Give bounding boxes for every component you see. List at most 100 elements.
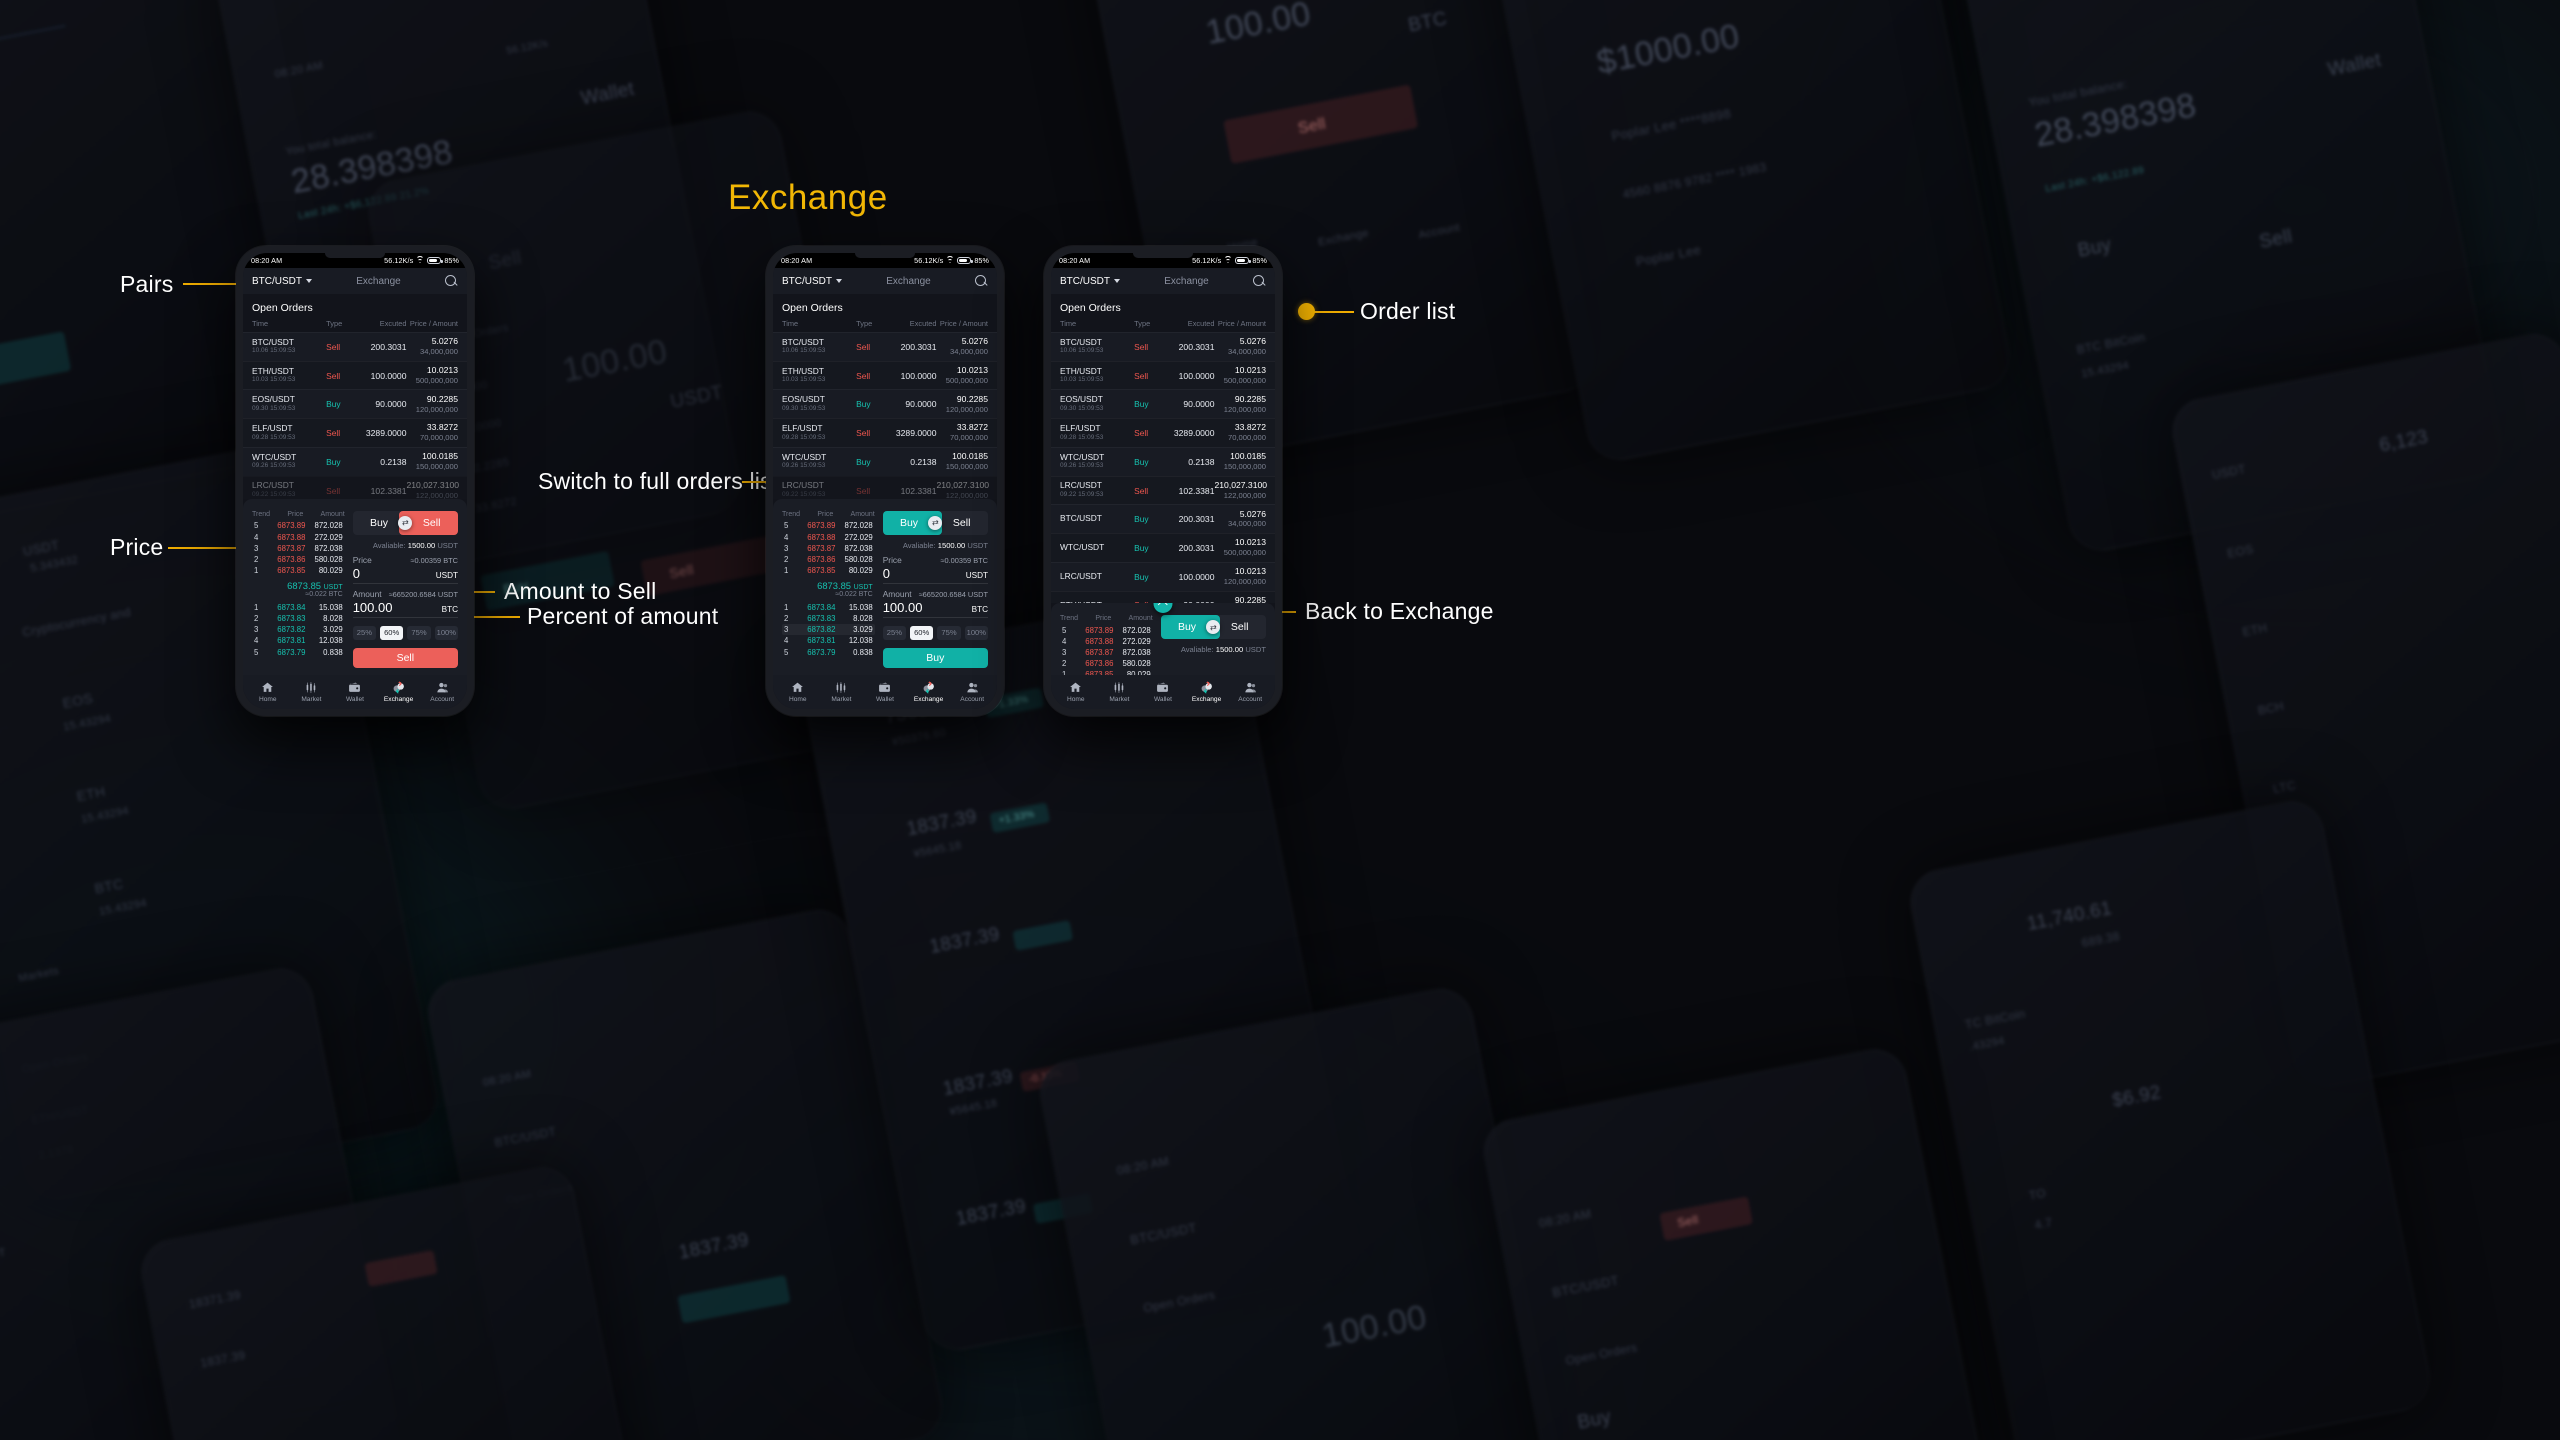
price-field[interactable]: Price ≈0.00359 BTC 0 USDT — [352, 555, 458, 584]
search-icon[interactable] — [1252, 274, 1266, 288]
table-row[interactable]: ELF/USDT 09.28 15:09:53 Sell 3289.0000 33.82… — [773, 418, 997, 447]
percent-button-100[interactable]: 100% — [964, 625, 988, 640]
table-row[interactable]: BTC/USDT Buy 200.3031 5.0276 34,000,000 — [1051, 504, 1275, 534]
table-row[interactable]: BTC/USDT 10.06 15:09:53 Sell 200.3031 5.0276… — [773, 332, 997, 361]
notch — [325, 253, 385, 258]
pair-selector[interactable]: BTC/USDT — [782, 276, 842, 287]
swap-icon[interactable]: ⇄ — [928, 515, 943, 530]
order-volume: 34,000,000 — [1227, 519, 1266, 529]
percent-button-25[interactable]: 25% — [882, 625, 907, 640]
percent-button-75[interactable]: 75% — [407, 625, 431, 640]
table-row[interactable]: ELF/USDT 09.28 15:09:53 Sell 3289.0000 33.82… — [243, 418, 467, 447]
order-book-row[interactable]: 4 6873.88 272.029 — [1060, 636, 1153, 647]
percent-button-75[interactable]: 75% — [937, 625, 961, 640]
percent-button-25[interactable]: 25% — [352, 625, 377, 640]
price-input[interactable]: 0 — [353, 566, 360, 581]
order-book-row[interactable]: 4 6873.81 12.038 — [252, 635, 345, 646]
order-book-row[interactable]: 1 6873.84 15.038 — [782, 602, 875, 613]
percent-button-60[interactable]: 60% — [380, 625, 404, 640]
percent-button-100[interactable]: 100% — [434, 625, 458, 640]
table-row[interactable]: WTC/USDT 09.26 15:09:53 Buy 0.2138 100.0185 1… — [243, 446, 467, 476]
table-row[interactable]: BTC/USDT 10.06 15:09:53 Sell 200.3031 5.0276… — [1051, 332, 1275, 361]
order-book-row[interactable]: 3 6873.87 872.038 — [782, 543, 875, 554]
order-book-row[interactable]: 4 6873.81 12.038 — [782, 635, 875, 646]
order-book-row[interactable]: 2 6873.86 580.028 — [252, 554, 345, 565]
order-book-row[interactable]: 3 6873.87 872.038 — [1060, 647, 1153, 658]
order-book-row[interactable]: 3 6873.82 3.029 — [252, 624, 345, 635]
submit-buy-button[interactable]: Buy — [882, 648, 988, 668]
table-row[interactable]: WTC/USDT Buy 200.3031 10.0213 500,000,000 — [1051, 533, 1275, 562]
collapse-orders-handle[interactable] — [1153, 603, 1173, 613]
table-row[interactable]: EOS/USDT 09.30 15:09:53 Buy 90.0000 90.2285 1… — [773, 389, 997, 419]
table-row[interactable]: ETH/USDT 10.03 15:09:53 Sell 100.0000 10.021… — [773, 360, 997, 390]
tab-wallet[interactable]: Wallet — [863, 681, 907, 703]
table-row[interactable]: LRC/USDT 09.22 15:09:53 Sell 102.3381 210,02… — [1051, 475, 1275, 505]
swap-icon[interactable]: ⇄ — [398, 515, 413, 530]
buy-sell-toggle[interactable]: Buy Sell ⇄ — [352, 510, 458, 535]
sell-tab[interactable]: Sell — [1213, 615, 1266, 639]
sell-tab[interactable]: Sell — [935, 511, 988, 535]
tab-market[interactable]: Market — [1098, 681, 1142, 703]
order-book-row[interactable]: 5 6873.89 872.028 — [1060, 625, 1153, 636]
order-book-row[interactable]: 1 6873.85 80.029 — [1060, 669, 1153, 675]
amount-input[interactable]: 100.00 — [883, 600, 923, 615]
tab-market[interactable]: Market — [290, 681, 334, 703]
order-book-row[interactable]: 3 6873.87 872.038 — [252, 543, 345, 554]
table-row[interactable]: LRC/USDT 09.22 15:09:53 Sell 102.3381 210,02… — [773, 475, 997, 499]
swap-icon[interactable]: ⇄ — [1206, 620, 1221, 634]
submit-sell-button[interactable]: Sell — [352, 648, 458, 668]
pair-selector[interactable]: BTC/USDT — [1060, 276, 1120, 287]
percent-button-60[interactable]: 60% — [910, 625, 934, 640]
buy-sell-toggle[interactable]: Buy Sell ⇄ — [882, 510, 988, 535]
tab-exchange[interactable]: Exchange — [377, 681, 421, 703]
tab-wallet[interactable]: Wallet — [333, 681, 377, 703]
price-input[interactable]: 0 — [883, 566, 890, 581]
amount-field[interactable]: Amount ≈665200.6584 USDT 100.00 BTC — [352, 589, 458, 618]
table-row[interactable]: ETH/USDT 10.03 15:09:53 Sell 100.0000 10.021… — [243, 360, 467, 390]
order-book-row[interactable]: 4 6873.88 272.029 — [782, 532, 875, 543]
tab-exchange[interactable]: Exchange — [1185, 681, 1229, 703]
order-book-row[interactable]: 4 6873.88 272.029 — [252, 532, 345, 543]
order-book-row[interactable]: 5 6873.79 0.838 — [782, 647, 875, 658]
order-book-row[interactable]: 2 6873.83 8.028 — [782, 613, 875, 624]
table-row[interactable]: ETH/USDT 10.03 15:09:53 Sell 100.0000 10.021… — [1051, 360, 1275, 390]
table-row[interactable]: EOS/USDT 09.30 15:09:53 Buy 90.0000 90.2285 1… — [243, 389, 467, 419]
order-book-row[interactable]: 5 6873.79 0.838 — [252, 647, 345, 658]
table-row[interactable]: LRC/USDT Buy 100.0000 10.0213 120,000,000 — [1051, 561, 1275, 591]
table-row[interactable]: ETH/USDTSell90.000090.228570,000,000 — [1051, 590, 1275, 603]
search-icon[interactable] — [974, 274, 988, 288]
order-book-row[interactable]: 2 6873.86 580.028 — [782, 554, 875, 565]
tab-account[interactable]: Account — [420, 681, 464, 703]
order-book-row[interactable]: 3 6873.82 3.029 — [782, 624, 875, 636]
order-book-row[interactable]: 2 6873.86 580.028 — [1060, 658, 1153, 669]
table-row[interactable]: WTC/USDT 09.26 15:09:53 Buy 0.2138 100.0185 1… — [1051, 446, 1275, 476]
tab-account[interactable]: Account — [950, 681, 994, 703]
table-row[interactable]: LRC/USDT 09.22 15:09:53 Sell 102.3381 210,02… — [243, 475, 467, 499]
table-row[interactable]: WTC/USDT 09.26 15:09:53 Buy 0.2138 100.0185 1… — [773, 446, 997, 476]
amount-field[interactable]: Amount ≈665200.6584 USDT 100.00 BTC — [882, 589, 988, 618]
sell-tab[interactable]: Sell — [405, 511, 458, 535]
tab-home[interactable]: Home — [1054, 681, 1098, 703]
table-row[interactable]: ELF/USDT 09.28 15:09:53 Sell 3289.0000 33.82… — [1051, 418, 1275, 447]
tab-exchange[interactable]: Exchange — [907, 681, 951, 703]
order-book-row[interactable]: 1 6873.85 80.029 — [782, 565, 875, 576]
order-executed: 3289.0000 — [1173, 428, 1215, 439]
buy-sell-toggle[interactable]: Buy Sell ⇄ — [1160, 615, 1266, 639]
order-book-row[interactable]: 1 6873.84 15.038 — [252, 602, 345, 613]
order-book-row[interactable]: 5 6873.89 872.028 — [782, 520, 875, 531]
search-icon[interactable] — [444, 274, 458, 288]
order-book-row[interactable]: 5 6873.89 872.028 — [252, 520, 345, 531]
order-book-row[interactable]: 2 6873.83 8.028 — [252, 613, 345, 624]
tab-account[interactable]: Account — [1228, 681, 1272, 703]
tab-home[interactable]: Home — [776, 681, 820, 703]
price-field[interactable]: Price ≈0.00359 BTC 0 USDT — [882, 555, 988, 584]
order-book-row[interactable]: 1 6873.85 80.029 — [252, 565, 345, 576]
tab-market[interactable]: Market — [820, 681, 864, 703]
table-row[interactable]: BTC/USDT 10.06 15:09:53 Sell 200.3031 5.0276… — [243, 332, 467, 361]
table-row[interactable]: EOS/USDT 09.30 15:09:53 Buy 90.0000 90.2285 1… — [1051, 389, 1275, 419]
pair-selector[interactable]: BTC/USDT — [252, 276, 312, 287]
tab-home[interactable]: Home — [246, 681, 290, 703]
exchange-icon — [392, 681, 405, 694]
amount-input[interactable]: 100.00 — [353, 600, 393, 615]
tab-wallet[interactable]: Wallet — [1141, 681, 1185, 703]
